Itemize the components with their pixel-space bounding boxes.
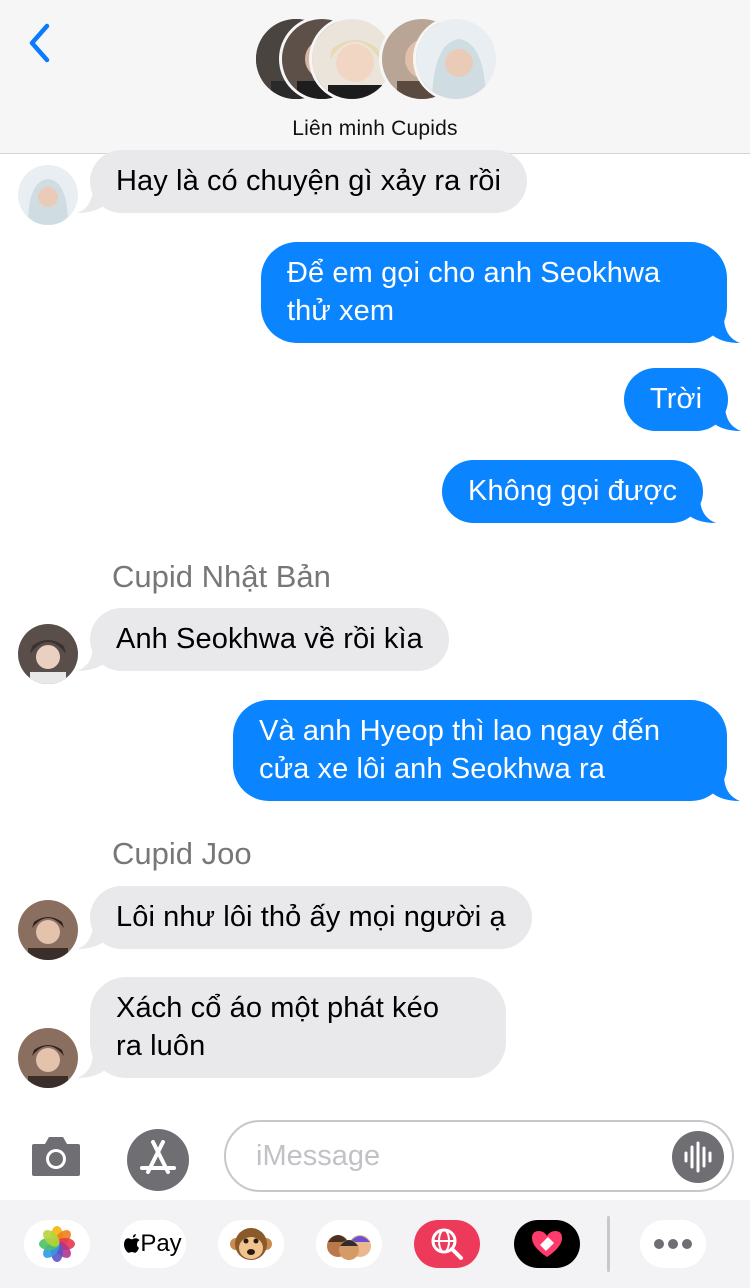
message-text: Để em gọi cho anh Seokhwa thử xem [287, 257, 661, 327]
compose-bar [0, 1112, 750, 1200]
apple-pay-app[interactable]: Pay [120, 1220, 186, 1268]
chevron-left-icon [29, 23, 50, 63]
conversation-header: Liên minh Cupids [0, 0, 750, 154]
message-bubble-sent[interactable]: Không gọi được [442, 460, 717, 523]
app-drawer: Pay [0, 1200, 750, 1288]
sender-avatar[interactable] [18, 624, 78, 684]
photos-icon [39, 1226, 75, 1262]
message-bubble-received[interactable]: Hay là có chuyện gì xảy ra rồi [77, 150, 528, 213]
sender-name: Cupid Nhật Bản [112, 559, 331, 594]
apple-pay-label: Pay [140, 1230, 182, 1257]
message-bubble-received[interactable]: Anh Seokhwa về rồi kìa [77, 608, 449, 671]
more-apps-button[interactable] [640, 1220, 706, 1268]
message-text: Lôi như lôi thỏ ấy mọi người ạ [116, 901, 506, 933]
app-store-icon [127, 1129, 189, 1191]
message-bubble-sent[interactable]: Và anh Hyeop thì lao ngay đến cửa xe lôi… [233, 700, 740, 801]
message-text: Không gọi được [468, 475, 678, 507]
member-avatar [413, 16, 499, 102]
message-text: Và anh Hyeop thì lao ngay đến cửa xe lôi… [259, 715, 661, 785]
message-text: Xách cổ áo một phát kéo ra luôn [116, 992, 440, 1062]
group-avatar-stack[interactable] [253, 16, 503, 104]
app-store-button[interactable] [126, 1128, 190, 1192]
drawer-divider [607, 1216, 610, 1272]
camera-icon [32, 1137, 80, 1176]
message-bubble-received[interactable]: Lôi như lôi thỏ ấy mọi người ạ [77, 886, 532, 949]
more-icon [654, 1239, 692, 1249]
web-search-app[interactable] [414, 1220, 480, 1268]
voice-message-button[interactable] [672, 1131, 724, 1183]
imessage-input[interactable] [256, 1136, 656, 1176]
photos-app[interactable] [24, 1220, 90, 1268]
message-bubble-received[interactable]: Xách cổ áo một phát kéo ra luôn [77, 977, 506, 1078]
apple-logo-icon [124, 1234, 140, 1253]
heart-icon [532, 1231, 562, 1257]
memoji-app[interactable] [316, 1220, 382, 1268]
message-text: Anh Seokhwa về rồi kìa [116, 623, 423, 655]
globe-search-icon [431, 1228, 463, 1260]
camera-button[interactable] [30, 1134, 82, 1178]
waveform-icon [684, 1141, 712, 1173]
message-bubble-sent[interactable]: Trời [624, 368, 742, 431]
memoji-icon [327, 1235, 371, 1260]
message-text: Hay là có chuyện gì xảy ra rồi [116, 165, 502, 197]
animoji-app[interactable] [218, 1220, 284, 1268]
back-button[interactable] [22, 20, 62, 66]
sender-name: Cupid Joo [112, 836, 252, 871]
sender-avatar[interactable] [18, 1028, 78, 1088]
sender-avatar[interactable] [18, 165, 78, 225]
monkey-icon [230, 1228, 272, 1260]
group-name[interactable]: Liên minh Cupids [0, 117, 750, 141]
sender-avatar[interactable] [18, 900, 78, 960]
imessage-field[interactable] [224, 1120, 734, 1192]
message-bubble-sent[interactable]: Để em gọi cho anh Seokhwa thử xem [261, 242, 740, 343]
digital-touch-app[interactable] [514, 1220, 580, 1268]
